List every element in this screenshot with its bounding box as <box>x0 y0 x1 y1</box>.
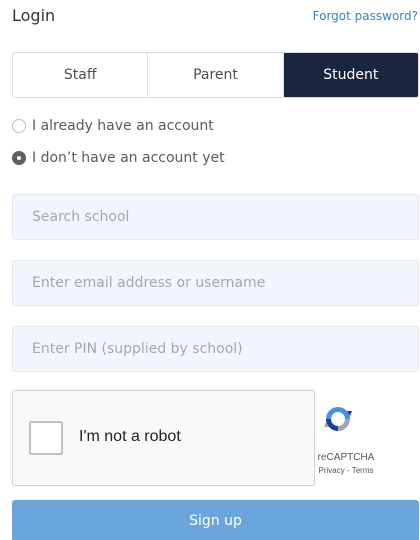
login-header: Login Forgot password? <box>12 6 420 30</box>
email-username-input[interactable] <box>12 260 419 306</box>
radio-checked-icon[interactable] <box>12 151 26 165</box>
radio-no-account[interactable]: I don’t have an account yet <box>12 150 225 166</box>
recaptcha-checkbox[interactable] <box>29 421 63 455</box>
forgot-password-link[interactable]: Forgot password? <box>313 9 418 23</box>
radio-have-account-label: I already have an account <box>32 118 214 134</box>
recaptcha-privacy-terms[interactable]: Privacy - Terms <box>312 466 380 475</box>
signup-button[interactable]: Sign up <box>12 500 419 540</box>
recaptcha-logo-icon <box>324 407 352 431</box>
recaptcha-brand: reCAPTCHA <box>317 452 375 463</box>
radio-unchecked-icon[interactable] <box>12 119 26 133</box>
tab-staff[interactable]: Staff <box>13 53 148 97</box>
role-tabs: Staff Parent Student <box>12 52 419 98</box>
page-title: Login <box>12 6 56 25</box>
pin-input[interactable] <box>12 326 419 372</box>
radio-have-account[interactable]: I already have an account <box>12 118 214 134</box>
recaptcha-label: I'm not a robot <box>79 428 181 445</box>
radio-no-account-label: I don’t have an account yet <box>32 150 225 166</box>
tab-student[interactable]: Student <box>282 53 418 97</box>
tab-parent[interactable]: Parent <box>147 53 283 97</box>
search-school-input[interactable] <box>12 194 419 240</box>
